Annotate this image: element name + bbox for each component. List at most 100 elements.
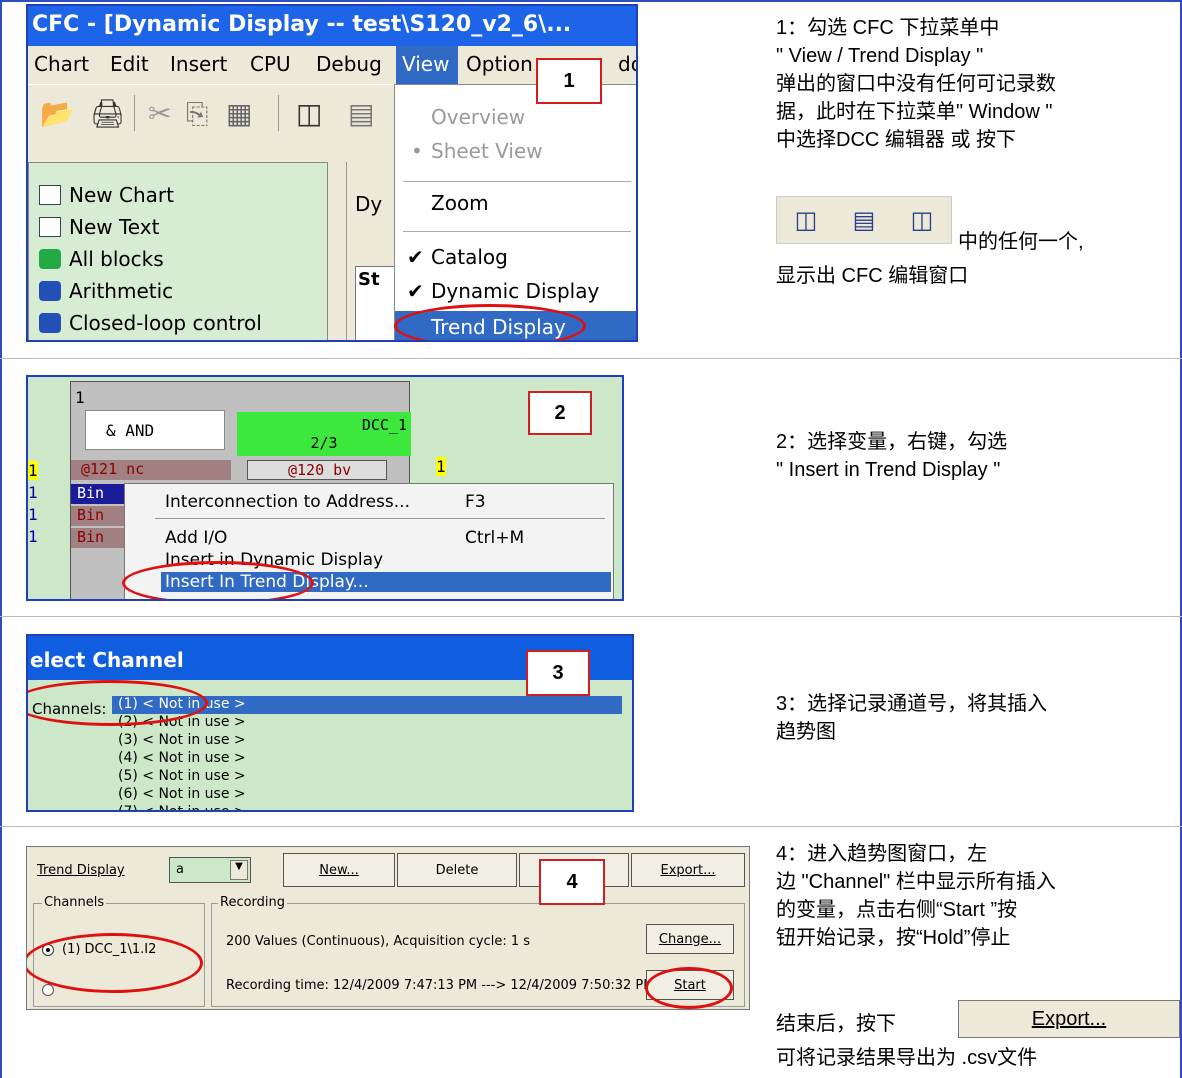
- values-text: 200 Values (Continuous), Acquisition cyc…: [226, 934, 531, 949]
- export-button-large[interactable]: Export...: [958, 1000, 1180, 1038]
- tree-item-new-chart[interactable]: New Chart: [39, 183, 174, 207]
- menu-item-sheet-view[interactable]: • Sheet View: [395, 139, 636, 163]
- toolbar-separator: [134, 95, 135, 131]
- print-icon[interactable]: 🖨: [90, 97, 126, 130]
- shortcut-label: F3: [465, 492, 486, 512]
- step1-description: 1：勾选 CFC 下拉菜单中 " View / Trend Display " …: [776, 14, 1056, 154]
- divider: [0, 616, 1182, 617]
- tree-item-closed-loop[interactable]: Closed-loop control: [39, 311, 262, 335]
- open-icon[interactable]: 📂: [40, 97, 75, 130]
- step1-description-cont: 中的任何一个,: [958, 231, 1084, 253]
- step4-description: 4：进入趋势图窗口，左 边 "Channel" 栏中显示所有插入 的变量，点击右…: [776, 840, 1056, 952]
- delete-button[interactable]: Delete: [397, 853, 517, 887]
- text-line: " Insert in Trend Display ": [776, 459, 1001, 481]
- tile-vertical-icon[interactable]: ◫: [911, 206, 934, 235]
- right-mark: 1: [436, 457, 446, 476]
- paste-icon[interactable]: ▦: [226, 97, 252, 130]
- divider: [0, 358, 1182, 359]
- text-line: 钮开始记录，按“Hold”停止: [776, 927, 1011, 949]
- dcc-block-header: DCC_1 2/3: [237, 412, 411, 456]
- book-icon: [39, 249, 61, 269]
- chevron-down-icon[interactable]: ▼: [230, 860, 248, 880]
- list-item[interactable]: (6) < Not in use >: [112, 786, 622, 804]
- left-mark: 1: [28, 483, 38, 502]
- menu-cpu[interactable]: CPU: [250, 52, 291, 76]
- divider: [0, 826, 1182, 827]
- book-icon: [39, 313, 61, 333]
- input-pin-nc[interactable]: @121 nc: [71, 460, 231, 480]
- menu-view[interactable]: View: [396, 46, 458, 84]
- list-item[interactable]: (7) < Not in use >: [112, 804, 622, 810]
- highlight-circle: [394, 304, 586, 340]
- new-button[interactable]: New...: [283, 853, 395, 887]
- menu-item-overview[interactable]: Overview: [395, 105, 636, 129]
- catalog-icon[interactable]: ◫: [296, 97, 322, 130]
- toolbar: 📂 🖨 ✂ ⎘ ▦ ◫ ▤: [28, 84, 398, 146]
- menu-separator: [403, 181, 631, 182]
- text-line: 趋势图: [776, 721, 836, 743]
- tree-item-label: Closed-loop control: [69, 311, 262, 335]
- trend-select[interactable]: a ▼: [169, 857, 251, 883]
- step4-text-end: 结束后，按下: [776, 1013, 896, 1035]
- window-icon[interactable]: ▤: [348, 97, 374, 130]
- check-icon: ✔: [407, 245, 424, 269]
- highlight-circle: [27, 933, 203, 993]
- group-label: Recording: [218, 895, 288, 910]
- menu-item-dynamic-display[interactable]: ✔ Dynamic Display: [395, 279, 636, 303]
- menu-item-interconnection[interactable]: Interconnection to Address...: [165, 492, 410, 512]
- button-label: Export...: [1031, 1007, 1107, 1030]
- menu-insert[interactable]: Insert: [170, 52, 227, 76]
- menu-item-label: Sheet View: [431, 139, 543, 163]
- book-icon: [39, 281, 61, 301]
- step-badge: 3: [526, 650, 590, 696]
- highlight-circle: [645, 967, 733, 1009]
- button-label: Export...: [660, 862, 716, 878]
- cut-icon[interactable]: ✂: [148, 97, 171, 130]
- output-pin-bv[interactable]: @120 bv: [247, 460, 387, 480]
- menu-chart[interactable]: Chart: [34, 52, 89, 76]
- menu-separator: [155, 518, 605, 519]
- button-label: New...: [319, 862, 359, 878]
- recording-time: Recording time: 12/4/2009 7:47:13 PM ---…: [226, 978, 655, 993]
- step3-description: 3：选择记录通道号，将其插入 趋势图: [776, 690, 1047, 746]
- cascade-windows-icon[interactable]: ◫: [795, 206, 818, 235]
- toolbar-separator: [278, 95, 279, 131]
- tree-item-new-text[interactable]: New Text: [39, 215, 159, 239]
- menu-debug[interactable]: Debug: [316, 52, 382, 76]
- input-pin-bin[interactable]: Bin: [71, 484, 131, 504]
- input-pin-bin[interactable]: Bin: [71, 506, 131, 526]
- menu-separator: [403, 231, 631, 232]
- menu-item-catalog[interactable]: ✔ Catalog: [395, 245, 636, 269]
- list-item[interactable]: (4) < Not in use >: [112, 750, 622, 768]
- menu-window[interactable]: do: [618, 52, 636, 76]
- view-dropdown: Overview • Sheet View Zoom ✔ Catalog ✔ Dyna…: [394, 84, 636, 340]
- menu-options[interactable]: Option: [466, 52, 533, 76]
- tab-dynamic[interactable]: Dy: [355, 192, 382, 216]
- group-label: Channels: [42, 895, 107, 910]
- step4-screenshot: Trend Display a ▼ New... Delete Export..…: [26, 846, 750, 1010]
- tree-item-all-blocks[interactable]: All blocks: [39, 247, 164, 271]
- menu-edit[interactable]: Edit: [110, 52, 149, 76]
- menu-item-zoom[interactable]: Zoom: [395, 191, 636, 215]
- left-mark: 1: [28, 461, 38, 480]
- step-badge: 1: [536, 58, 602, 104]
- change-button[interactable]: Change...: [646, 924, 734, 954]
- menu-item-label: Interconnection to Address...: [165, 492, 410, 512]
- list-item[interactable]: (3) < Not in use >: [112, 732, 622, 750]
- radio-unchecked-icon[interactable]: [42, 984, 54, 996]
- list-item[interactable]: (5) < Not in use >: [112, 768, 622, 786]
- tree-item-arithmetic[interactable]: Arithmetic: [39, 279, 173, 303]
- step1-description-last: 显示出 CFC 编辑窗口: [776, 265, 969, 287]
- copy-icon[interactable]: ⎘: [186, 97, 208, 131]
- export-button[interactable]: Export...: [631, 853, 745, 887]
- input-pin-bin[interactable]: Bin: [71, 528, 131, 548]
- new-chart-icon: [39, 185, 61, 205]
- step2-screenshot: 1 1 1 1 1 & AND DCC_1 2/3 @121 nc @120 b…: [26, 375, 624, 601]
- dcc-label: DCC_1: [361, 416, 407, 434]
- menu-item-add-io[interactable]: Add I/O: [165, 528, 227, 548]
- check-icon: ✔: [407, 279, 424, 303]
- highlight-circle: [122, 561, 314, 599]
- tile-horizontal-icon[interactable]: ▤: [853, 206, 876, 235]
- block-number: 1: [75, 388, 85, 407]
- text-line: 据，此时在下拉菜单" Window ": [776, 101, 1053, 123]
